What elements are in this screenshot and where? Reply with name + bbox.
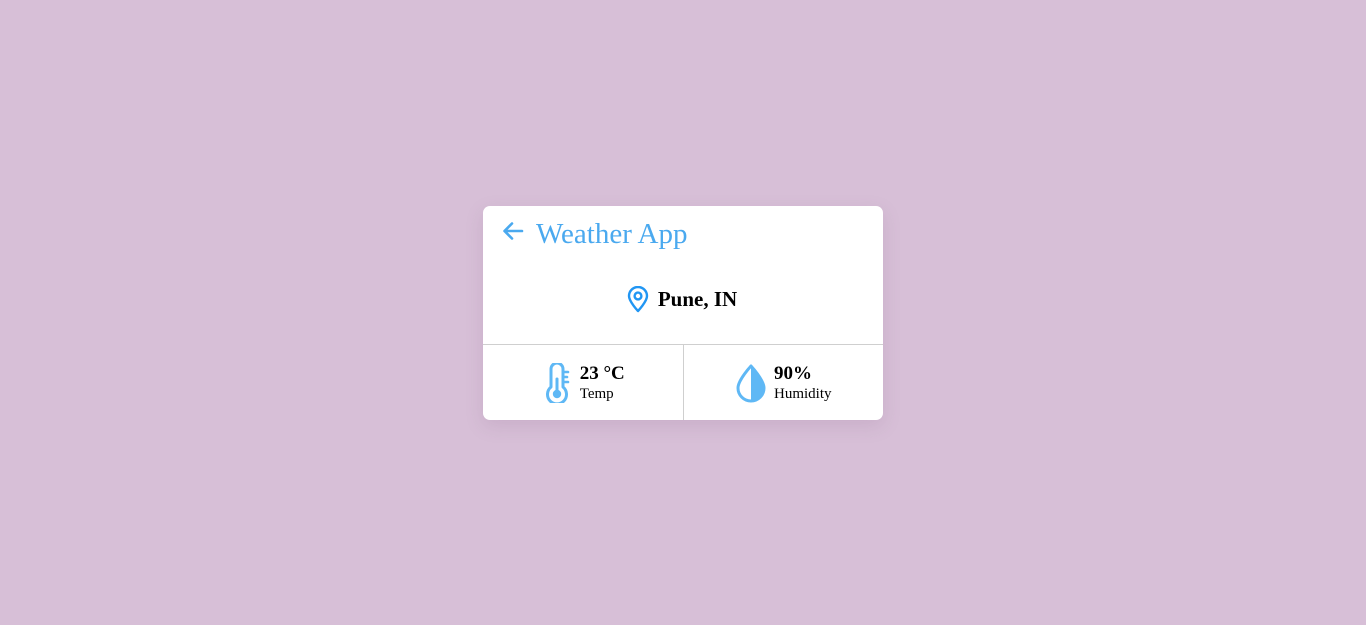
temperature-label: Temp xyxy=(579,386,614,402)
map-pin-icon xyxy=(627,285,649,312)
location-display: Pune, IN xyxy=(483,284,883,314)
temperature-stat: 23 °C Temp xyxy=(483,345,683,420)
weather-stats: 23 °C Temp 90% Humidity xyxy=(483,344,883,420)
back-button[interactable] xyxy=(502,221,524,241)
location-name: Pune, IN xyxy=(657,286,738,311)
weather-card: Weather App Pune, IN 23 °C Temp 90% Humi… xyxy=(483,206,883,420)
temperature-value: 23 °C xyxy=(579,363,625,384)
humidity-label: Humidity xyxy=(773,386,832,402)
card-header: Weather App xyxy=(483,206,883,262)
temperature-text: 23 °C Temp xyxy=(580,363,625,403)
arrow-left-icon xyxy=(503,222,524,240)
humidity-stat: 90% Humidity xyxy=(682,345,884,420)
app-title: Weather App xyxy=(536,218,688,250)
humidity-text: 90% Humidity xyxy=(774,363,832,403)
humidity-value: 90% xyxy=(773,363,812,384)
water-drop-icon xyxy=(736,364,766,403)
thermometer-icon xyxy=(545,363,570,403)
